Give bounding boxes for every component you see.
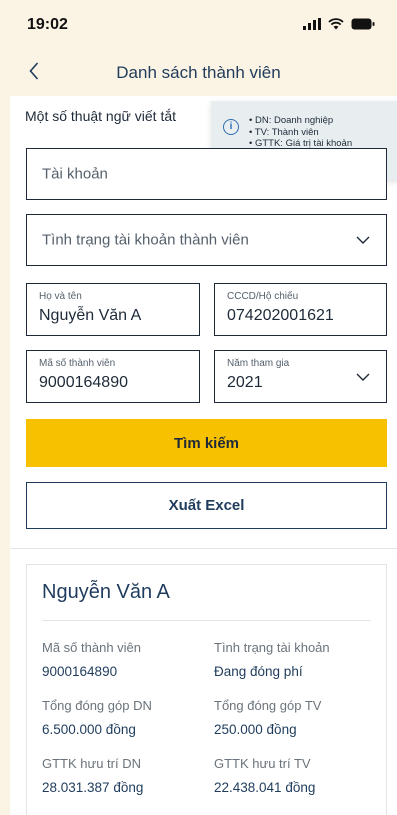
info-icon[interactable]: i [223, 119, 239, 135]
field-value: 6.500.000 đồng [42, 722, 136, 737]
field-value: Đang đóng phí [214, 664, 303, 679]
abbreviation-item: TV: Thành viên [249, 127, 352, 139]
join-year-select[interactable]: Năm tham gia 2021 [214, 350, 387, 403]
field-value: 22.438.041 đồng [214, 780, 316, 795]
field-label: Tổng đóng góp DN [42, 698, 152, 713]
full-name-label: Họ và tên [39, 291, 82, 302]
account-input[interactable]: Tài khoản [26, 148, 387, 200]
export-excel-button[interactable]: Xuất Excel [26, 482, 387, 529]
content-panel: Một số thuật ngữ viết tắt i DN: Doanh ng… [10, 96, 397, 815]
employer-pension-value-cell: GTTK hưu trí DN 28.031.387 đồng [42, 756, 202, 795]
employer-contribution-cell: Tổng đóng góp DN 6.500.000 đồng [42, 698, 202, 737]
field-value: 28.031.387 đồng [42, 780, 144, 795]
search-button[interactable]: Tìm kiếm [26, 419, 387, 467]
chevron-down-icon [356, 373, 370, 381]
join-year-label: Năm tham gia [227, 358, 290, 369]
member-name: Nguyễn Văn A [42, 581, 170, 603]
member-code-label: Mã số thành viên [39, 358, 116, 369]
id-number-field[interactable]: CCCD/Hộ chiếu 074202001621 [214, 283, 387, 336]
member-card[interactable]: Nguyễn Văn A Mã số thành viên 9000164890… [26, 564, 387, 815]
chevron-down-icon [356, 236, 370, 244]
divider [10, 548, 397, 549]
member-pension-value-cell: GTTK hưu trí TV 22.438.041 đồng [214, 756, 374, 795]
member-contribution-cell: Tổng đóng góp TV 250.000 đồng [214, 698, 374, 737]
account-status-placeholder: Tình trạng tài khoản thành viên [42, 231, 249, 249]
field-label: Tổng đóng góp TV [214, 698, 322, 713]
member-code-cell: Mã số thành viên 9000164890 [42, 640, 202, 679]
abbreviation-item: DN: Doanh nghiệp [249, 115, 352, 127]
field-label: GTTK hưu trí TV [214, 756, 311, 771]
full-name-field[interactable]: Họ và tên Nguyễn Văn A [26, 283, 200, 336]
account-placeholder: Tài khoản [42, 165, 108, 183]
card-divider [42, 620, 371, 621]
full-name-value: Nguyễn Văn A [39, 307, 142, 324]
field-value: 9000164890 [42, 664, 118, 679]
abbreviations-label: Một số thuật ngữ viết tắt [25, 108, 177, 124]
page-title: Danh sách thành viên [116, 63, 281, 82]
field-label: Mã số thành viên [42, 640, 142, 655]
abbreviations-list: DN: Doanh nghiệp TV: Thành viên GTTK: Gi… [249, 115, 352, 150]
id-number-label: CCCD/Hộ chiếu [227, 291, 299, 302]
field-value: 250.000 đồng [214, 722, 297, 737]
status-time: 19:02 [27, 16, 68, 33]
battery-icon [351, 18, 375, 30]
id-number-value: 074202001621 [227, 307, 334, 324]
signal-icon [303, 18, 321, 30]
field-label: Tình trạng tài khoản [214, 640, 330, 655]
wifi-icon [328, 18, 344, 30]
join-year-value: 2021 [227, 374, 263, 391]
field-label: GTTK hưu trí DN [42, 756, 141, 771]
nav-bar: Danh sách thành viên [0, 55, 397, 91]
status-icons [303, 18, 375, 30]
account-status-select[interactable]: Tình trạng tài khoản thành viên [26, 214, 387, 266]
status-bar: 19:02 [0, 0, 397, 50]
member-code-value: 9000164890 [39, 374, 128, 391]
member-code-field[interactable]: Mã số thành viên 9000164890 [26, 350, 200, 403]
account-status-cell: Tình trạng tài khoản Đang đóng phí [214, 640, 374, 679]
